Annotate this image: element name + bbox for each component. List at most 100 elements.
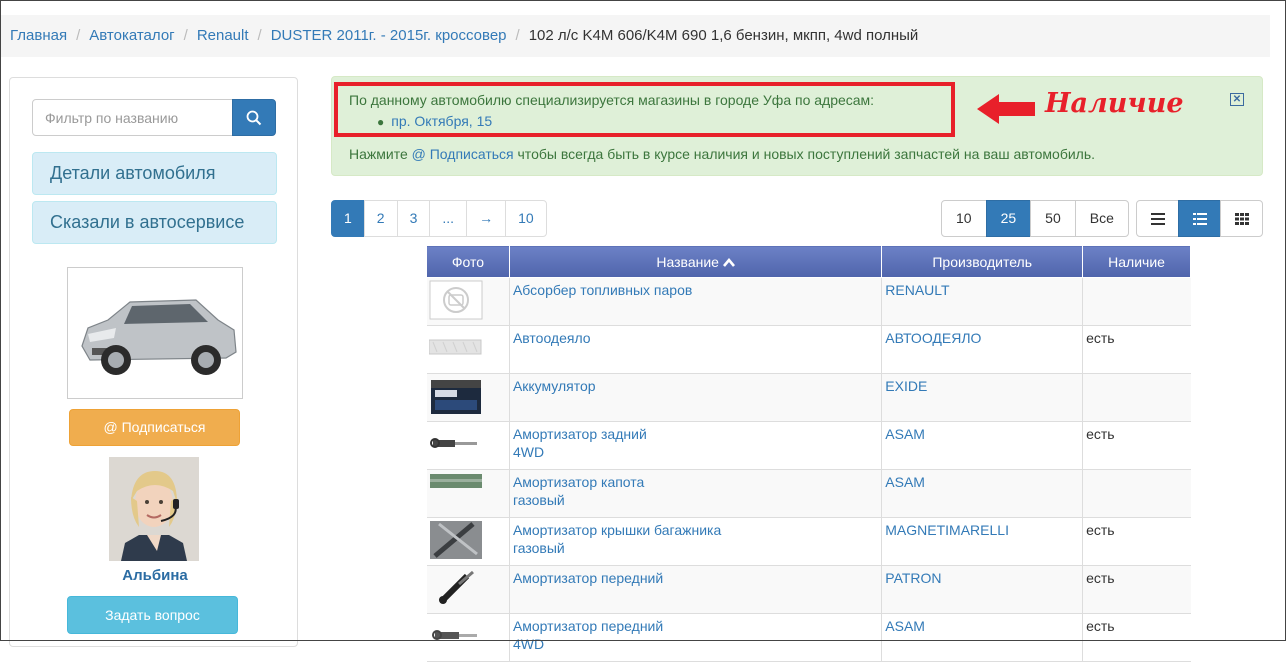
manufacturer-link[interactable]: MAGNETIMARELLI [885,522,1009,538]
page-last[interactable]: 10 [505,200,547,237]
alert-subscribe-link[interactable]: @ Подписаться [412,146,514,162]
availability-cell [1082,469,1191,518]
manufacturer-cell: MAGNETIMARELLI [881,517,1084,566]
photo-cell [426,565,510,614]
table-row: Амортизатор крышки багажника газовый MAGN… [426,517,1191,566]
photo-cell [426,421,510,470]
name-cell: Амортизатор задний 4WD [509,421,883,470]
name-cell: Амортизатор передний [509,565,883,614]
availability-cell: есть [1082,613,1191,662]
breadcrumb-home[interactable]: Главная [10,27,67,44]
manufacturer-link[interactable]: ASAM [885,618,925,634]
part-name-link[interactable]: Аккумулятор [513,378,596,394]
name-cell: Автоодеяло [509,325,883,374]
close-icon[interactable]: ✕ [1230,93,1244,106]
avatar [109,457,199,561]
breadcrumb-separator: / [183,27,188,44]
part-name-link[interactable]: Амортизатор задний [513,426,647,442]
availability-cell: есть [1082,421,1191,470]
car-blanket-photo[interactable] [428,328,483,368]
column-availability[interactable]: Наличие [1082,245,1191,278]
manager-name: Альбина [122,567,188,584]
search-input[interactable] [32,99,233,136]
search-icon [246,110,262,125]
photo-cell [426,613,510,662]
shock-absorber-photo[interactable] [429,424,483,464]
alert-line2-suffix: чтобы всегда быть в курсе наличия и новы… [513,146,1096,162]
page-3[interactable]: 3 [396,200,431,237]
page-ellipsis: ... [429,200,468,237]
page-size-all[interactable]: Все [1074,200,1129,237]
part-name-link[interactable]: Амортизатор передний [513,570,663,586]
page-1[interactable]: 1 [331,200,365,237]
part-subtitle: 4WD [512,444,545,460]
manufacturer-link[interactable]: АВТООДЕЯЛО [885,330,981,346]
next-page-arrow[interactable]: → [466,200,507,237]
manufacturer-cell: ASAM [881,421,1084,470]
column-name-label: Название [656,253,719,270]
table-row: Автоодеяло АВТООДЕЯЛО есть [426,325,1191,374]
page-size-25[interactable]: 25 [985,200,1032,237]
manufacturer-link[interactable]: RENAULT [885,282,949,298]
column-name[interactable]: Название [508,245,883,278]
front-shock-photo[interactable] [429,616,483,656]
manufacturer-link[interactable]: ASAM [885,474,925,490]
breadcrumb-current: 102 л/с K4M 606/K4M 690 1,6 бензин, мкпп… [528,27,919,44]
breadcrumb: Главная / Автокаталог / Renault / DUSTER 2011г… [0,15,1270,57]
availability-cell [1082,277,1191,326]
availability-cell: есть [1082,517,1191,566]
no-photo-icon[interactable] [429,280,483,320]
grid-icon [1234,212,1249,225]
name-cell: Аккумулятор [509,373,883,422]
manufacturer-link[interactable]: PATRON [885,570,941,586]
pagination: 1 2 3 ... → 10 [331,200,547,237]
part-name-link[interactable]: Автоодеяло [513,330,591,346]
ask-question-button[interactable]: Задать вопрос [67,596,238,634]
photo-cell [426,325,510,374]
breadcrumb-separator: / [76,27,81,44]
view-grid-button[interactable] [1220,200,1263,237]
chevron-up-icon [722,257,735,267]
photo-cell [426,373,510,422]
sidebar-item-service[interactable]: Сказали в автосервисе [32,201,277,244]
view-detailed-list-button[interactable] [1178,200,1221,237]
part-name-link[interactable]: Амортизатор передний [513,618,663,634]
sidebar-item-car-details[interactable]: Детали автомобиля [32,152,277,195]
breadcrumb-duster[interactable]: DUSTER 2011г. - 2015г. кроссовер [271,27,507,44]
breadcrumb-renault[interactable]: Renault [197,27,249,44]
manufacturer-link[interactable]: EXIDE [885,378,927,394]
manufacturer-cell: PATRON [881,565,1084,614]
page-size-selector: 10 25 50 Все [941,200,1129,237]
list-icon [1150,212,1165,225]
table-row: Аккумулятор EXIDE [426,373,1191,422]
front-shock-photo[interactable] [429,568,483,608]
view-list-button[interactable] [1136,200,1179,237]
battery-photo[interactable] [429,376,483,416]
alert-subscribe-text: Нажмите @ Подписаться чтобы всегда быть … [349,146,1095,162]
table-row: Амортизатор передний PATRON есть [426,565,1191,614]
table-row: Амортизатор передний 4WD ASAM есть [426,613,1191,662]
availability-cell: есть [1082,565,1191,614]
view-mode-selector [1136,200,1263,237]
part-name-link[interactable]: Абсорбер топливных паров [513,282,692,298]
table-row: Амортизатор задний 4WD ASAM есть [426,421,1191,470]
page-size-50[interactable]: 50 [1030,200,1076,237]
manufacturer-link[interactable]: ASAM [885,426,925,442]
name-cell: Амортизатор передний 4WD [509,613,883,662]
manufacturer-cell: ASAM [881,469,1084,518]
annotation-highlight-box [334,82,955,137]
table-row: Амортизатор капота газовый ASAM [426,469,1191,518]
column-photo: Фото [426,245,510,278]
column-manufacturer[interactable]: Производитель [881,245,1084,278]
breadcrumb-autocatalog[interactable]: Автокаталог [89,27,174,44]
page-2[interactable]: 2 [363,200,398,237]
gas-strut-photo[interactable] [429,472,483,512]
part-name-link[interactable]: Амортизатор крышки багажника [513,522,721,538]
trunk-strut-photo[interactable] [429,520,483,560]
parts-table: Фото Название Производитель Наличие Абсо… [426,245,1191,662]
page-size-10[interactable]: 10 [941,200,987,237]
subscribe-button[interactable]: @ Подписаться [69,409,240,446]
search-button[interactable] [232,99,276,136]
part-subtitle: 4WD [512,636,545,652]
part-name-link[interactable]: Амортизатор капота [513,474,644,490]
